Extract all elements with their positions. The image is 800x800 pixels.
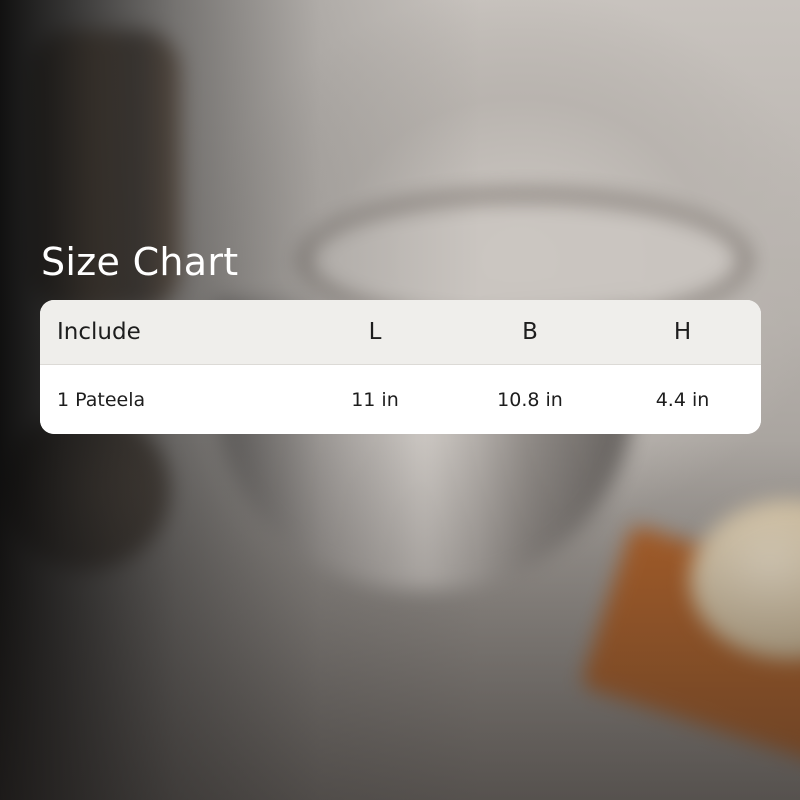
cell-length: 11 in bbox=[351, 388, 399, 411]
cell-breadth: 10.8 in bbox=[497, 388, 563, 411]
header-height: H bbox=[673, 319, 692, 345]
table-row: 1 Pateela 11 in 10.8 in 4.4 in bbox=[40, 365, 761, 434]
cell-height: 4.4 in bbox=[655, 388, 710, 411]
table-header-row: Include L B H bbox=[40, 300, 761, 365]
header-breadth: B bbox=[522, 319, 538, 345]
size-chart-title: Size Chart bbox=[41, 240, 239, 284]
size-chart-table: Include L B H 1 Pateela 11 in 10.8 in 4.… bbox=[40, 300, 761, 434]
header-length: L bbox=[368, 319, 382, 345]
cell-include: 1 Pateela bbox=[57, 388, 146, 411]
header-include: Include bbox=[57, 319, 141, 345]
bottom-gradient bbox=[0, 440, 800, 800]
